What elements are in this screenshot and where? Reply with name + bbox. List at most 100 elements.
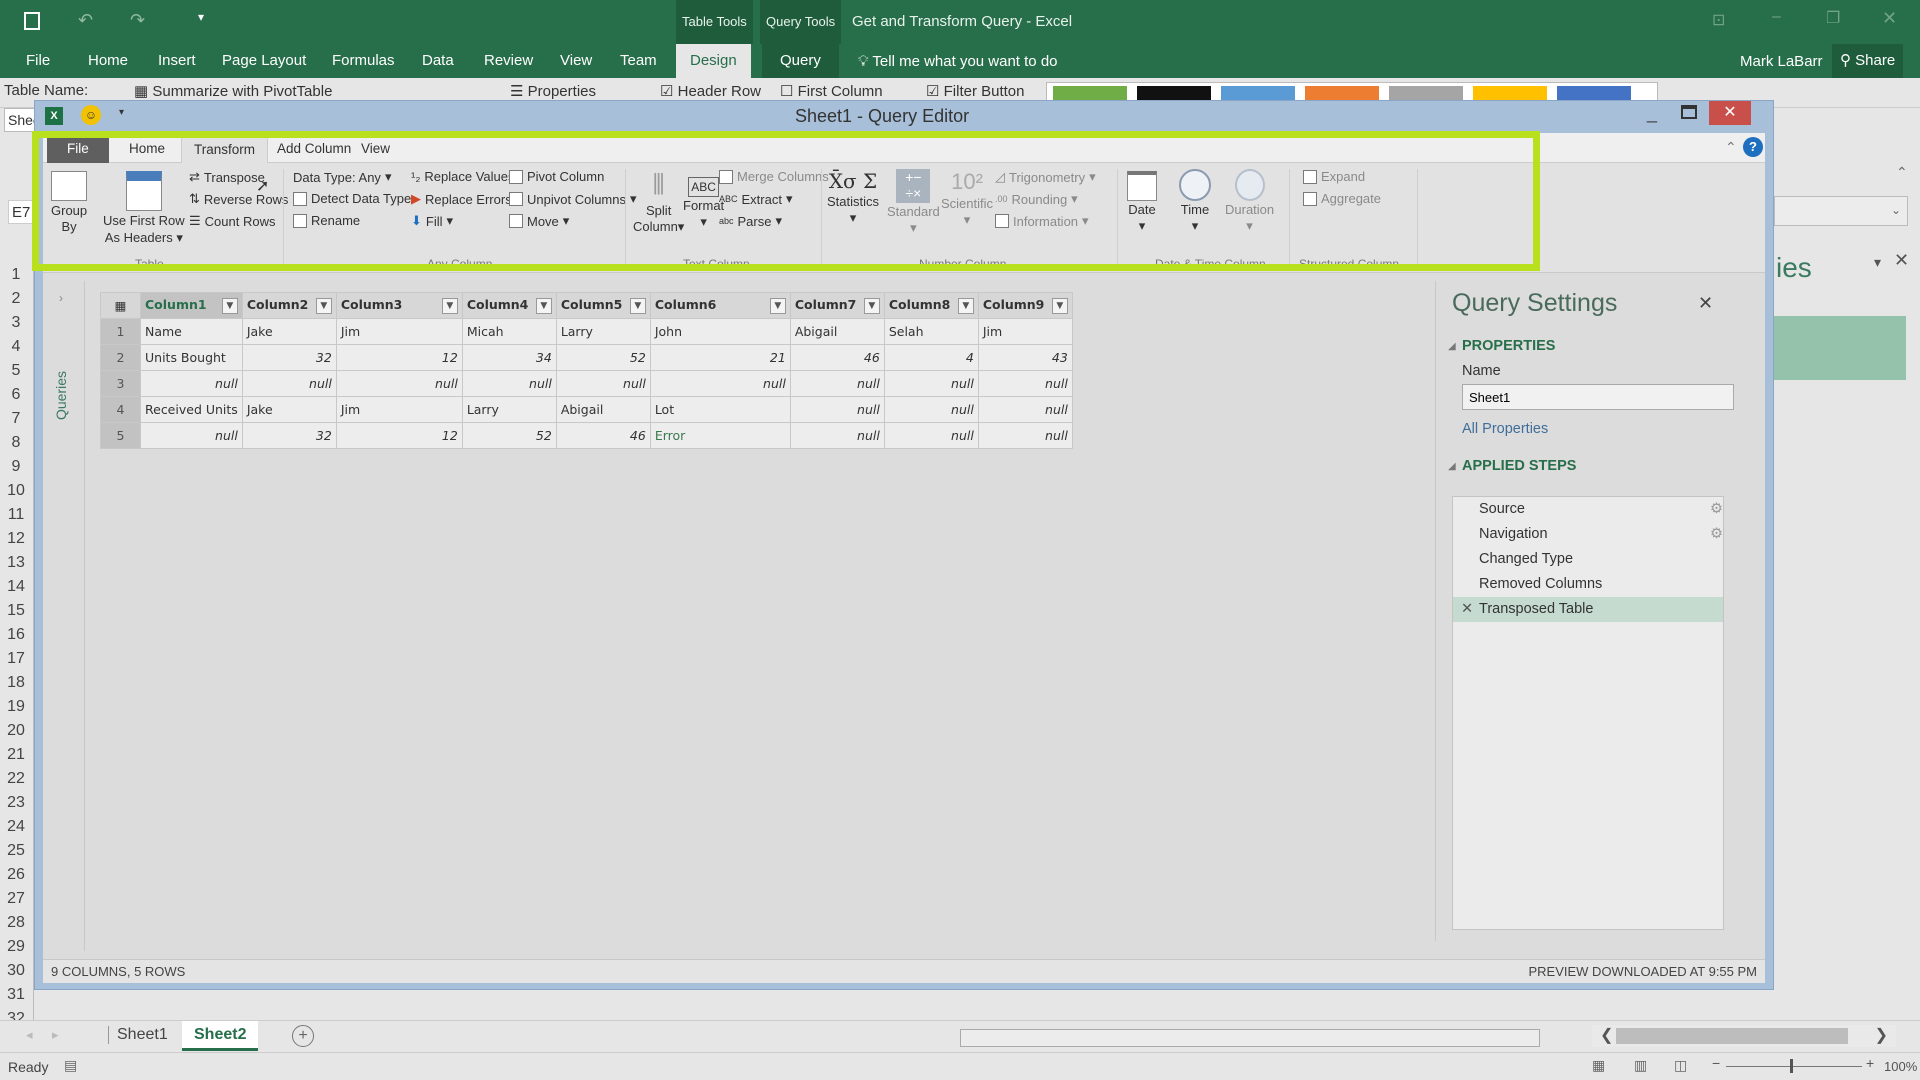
tab-review[interactable]: Review xyxy=(474,44,543,78)
filter-dropdown-icon[interactable]: ▼ xyxy=(315,298,332,314)
aggregate-button[interactable]: Aggregate xyxy=(1303,191,1381,206)
transpose-button[interactable]: ⇄ Transpose xyxy=(189,169,265,185)
extract-dropdown[interactable]: ABC Extract ▾ xyxy=(719,191,793,207)
pane-close-icon[interactable]: ✕ xyxy=(1894,250,1909,271)
restore-icon[interactable]: ❐ xyxy=(1826,8,1840,28)
count-rows-button[interactable]: ☰ Count Rows xyxy=(189,213,275,229)
split-column-dropdown[interactable]: ⫴ Split Column▾ xyxy=(633,169,684,235)
tab-view[interactable]: View xyxy=(550,44,602,78)
filter-dropdown-icon[interactable]: ▼ xyxy=(1051,298,1068,314)
table-cell[interactable]: null xyxy=(649,370,791,397)
collapse-ribbon-icon[interactable]: ⌃ xyxy=(1725,139,1737,156)
row-number[interactable]: 8 xyxy=(0,434,32,452)
customize-qat-icon[interactable]: ▾ xyxy=(198,10,204,24)
delete-step-icon[interactable]: ✕ xyxy=(1461,597,1473,622)
table-cell[interactable]: Name xyxy=(140,318,243,345)
table-cell[interactable]: null xyxy=(977,370,1073,397)
zoom-out-button[interactable]: − xyxy=(1712,1055,1720,1071)
table-cell[interactable]: null xyxy=(977,396,1073,423)
row-number[interactable]: 3 xyxy=(0,314,32,332)
unpivot-columns-dropdown[interactable]: Unpivot Columns ▾ xyxy=(509,191,637,207)
undo-icon[interactable]: ↶ xyxy=(78,10,93,31)
date-dropdown[interactable]: Date ▾ xyxy=(1127,169,1157,234)
row-index[interactable]: 4 xyxy=(100,396,141,423)
column-header[interactable]: Column9 ▼ xyxy=(977,292,1073,319)
format-dropdown[interactable]: ABC Format ▾ xyxy=(683,169,724,230)
data-type-dropdown[interactable]: Data Type: Any ▾ xyxy=(293,169,391,185)
table-menu-icon[interactable]: ▦ xyxy=(100,292,141,319)
row-number[interactable]: 7 xyxy=(0,410,32,428)
close-icon[interactable]: ✕ xyxy=(1882,8,1897,29)
tell-me-box[interactable]: 💡︎ Tell me what you want to do xyxy=(858,53,1058,70)
zoom-slider[interactable] xyxy=(1726,1059,1862,1073)
style-swatch[interactable] xyxy=(1221,86,1295,100)
tab-query[interactable]: Query xyxy=(762,44,839,78)
expand-queries-icon[interactable]: › xyxy=(59,291,63,305)
row-number[interactable]: 15 xyxy=(0,602,32,620)
step-transposed-table[interactable]: ✕ Transposed Table xyxy=(1453,597,1723,622)
time-dropdown[interactable]: Time ▾ xyxy=(1179,169,1211,234)
table-cell[interactable]: Larry xyxy=(555,318,651,345)
style-swatch[interactable] xyxy=(1557,86,1631,100)
user-name[interactable]: Mark LaBarr xyxy=(1740,53,1823,70)
column-header[interactable]: Column1 ▼ xyxy=(140,292,243,319)
table-cell[interactable]: null xyxy=(883,422,979,449)
table-cell[interactable]: Lot xyxy=(649,396,791,423)
table-cell[interactable]: 12 xyxy=(335,422,463,449)
scientific-dropdown[interactable]: 10² Scientific ▾ xyxy=(941,169,993,228)
table-cell[interactable]: null xyxy=(883,370,979,397)
detect-data-type-button[interactable]: Detect Data Type xyxy=(293,191,411,206)
row-number[interactable]: 11 xyxy=(0,506,32,524)
row-number[interactable]: 29 xyxy=(0,938,32,956)
help-icon[interactable]: ? xyxy=(1743,137,1763,157)
row-number[interactable]: 5 xyxy=(0,362,32,380)
table-cell[interactable]: Error xyxy=(649,422,791,449)
row-number[interactable]: 18 xyxy=(0,674,32,692)
style-swatch[interactable] xyxy=(1053,86,1127,100)
row-number[interactable]: 16 xyxy=(0,626,32,644)
side-pane-scrollbar[interactable]: ❮ ❯ xyxy=(1592,1025,1896,1047)
formula-bar-expand[interactable]: ⌄ xyxy=(1774,196,1908,226)
ribbon-display-icon[interactable]: ⊡ xyxy=(1712,10,1725,30)
normal-view-icon[interactable]: ▦ xyxy=(1592,1057,1605,1074)
row-number[interactable]: 30 xyxy=(0,962,32,980)
use-first-row-button[interactable]: Use First Row As Headers ▾ xyxy=(103,171,185,246)
qe-maximize-icon[interactable] xyxy=(1681,105,1697,119)
row-number[interactable]: 31 xyxy=(0,986,32,1004)
row-number[interactable]: 22 xyxy=(0,770,32,788)
reverse-rows-button[interactable]: ⇅ Reverse Rows xyxy=(189,191,288,207)
filter-dropdown-icon[interactable]: ▼ xyxy=(441,298,458,314)
row-number[interactable]: 2 xyxy=(0,290,32,308)
table-cell[interactable]: Abigail xyxy=(555,396,651,423)
row-index[interactable]: 2 xyxy=(100,344,141,371)
query-name-input[interactable] xyxy=(1462,384,1734,410)
table-cell[interactable]: 52 xyxy=(461,422,557,449)
column-header[interactable]: Column7 ▼ xyxy=(789,292,885,319)
filter-dropdown-icon[interactable]: ▼ xyxy=(535,298,552,314)
merge-columns-button[interactable]: Merge Columns xyxy=(719,169,829,184)
table-cell[interactable]: Jim xyxy=(335,318,463,345)
group-by-button[interactable]: Group By xyxy=(51,171,87,235)
column-header[interactable]: Column5 ▼ xyxy=(555,292,651,319)
table-cell[interactable]: null xyxy=(883,396,979,423)
table-cell[interactable]: 4 xyxy=(883,344,979,371)
filter-dropdown-icon[interactable]: ▼ xyxy=(221,298,238,314)
step-removed-columns[interactable]: Removed Columns xyxy=(1463,572,1733,597)
table-cell[interactable]: null xyxy=(789,422,885,449)
header-row-checkbox[interactable]: ☑ Header Row xyxy=(660,82,761,100)
collapse-steps-icon[interactable]: ◢ xyxy=(1448,461,1456,472)
row-number[interactable]: 10 xyxy=(0,482,32,500)
query-settings-close-icon[interactable]: ✕ xyxy=(1698,293,1713,314)
table-cell[interactable]: null xyxy=(555,370,651,397)
row-number[interactable]: 20 xyxy=(0,722,32,740)
table-cell[interactable]: Micah xyxy=(461,318,557,345)
table-cell[interactable]: Larry xyxy=(461,396,557,423)
table-cell[interactable]: Selah xyxy=(883,318,979,345)
row-number[interactable]: 25 xyxy=(0,842,32,860)
standard-dropdown[interactable]: +− ÷× Standard ▾ xyxy=(887,169,940,236)
filter-dropdown-icon[interactable]: ▼ xyxy=(957,298,974,314)
save-icon[interactable] xyxy=(24,12,40,30)
pivot-column-button[interactable]: Pivot Column xyxy=(509,169,604,184)
all-properties-link[interactable]: All Properties xyxy=(1462,421,1548,437)
properties-button[interactable]: ☰ Properties xyxy=(510,82,596,100)
